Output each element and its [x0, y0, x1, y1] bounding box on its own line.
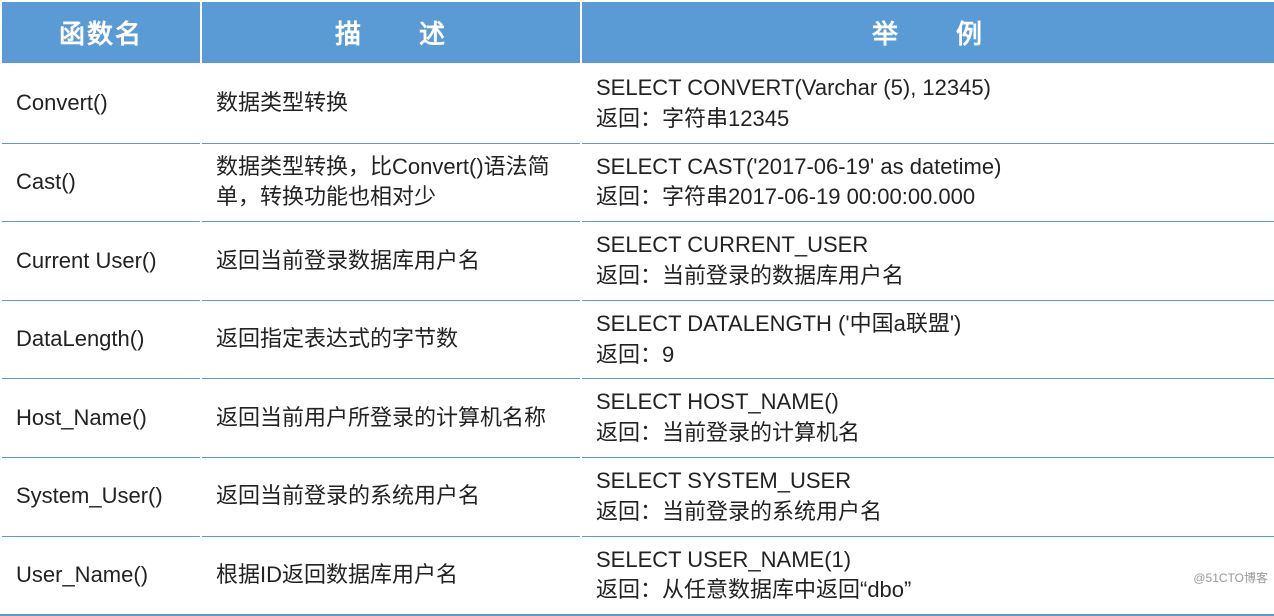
fn-name: Current User() — [1, 222, 201, 301]
table-row: Current User() 返回当前登录数据库用户名 SELECT CURRE… — [1, 222, 1274, 301]
header-name: 函数名 — [1, 1, 201, 64]
example-line1: SELECT CONVERT(Varchar (5), 12345) — [596, 73, 1260, 104]
example-line2: 返回：9 — [596, 340, 1260, 371]
example-line1: SELECT CAST('2017-06-19' as datetime) — [596, 152, 1260, 183]
fn-example: SELECT USER_NAME(1) 返回：从任意数据库中返回“dbo” — [581, 536, 1274, 615]
table-header-row: 函数名 描 述 举 例 — [1, 1, 1274, 64]
fn-name: Convert() — [1, 64, 201, 143]
sql-functions-table: 函数名 描 述 举 例 Convert() 数据类型转换 SELECT CONV… — [0, 0, 1274, 616]
fn-example: SELECT HOST_NAME() 返回：当前登录的计算机名 — [581, 379, 1274, 458]
example-line2: 返回：当前登录的系统用户名 — [596, 497, 1260, 528]
table-row: Cast() 数据类型转换，比Convert()语法简单，转换功能也相对少 SE… — [1, 143, 1274, 222]
fn-desc: 返回当前登录的系统用户名 — [201, 457, 581, 536]
table-row: Convert() 数据类型转换 SELECT CONVERT(Varchar … — [1, 64, 1274, 143]
table-row: System_User() 返回当前登录的系统用户名 SELECT SYSTEM… — [1, 457, 1274, 536]
fn-desc: 数据类型转换 — [201, 64, 581, 143]
fn-name: Cast() — [1, 143, 201, 222]
table-row: Host_Name() 返回当前用户所登录的计算机名称 SELECT HOST_… — [1, 379, 1274, 458]
fn-example: SELECT SYSTEM_USER 返回：当前登录的系统用户名 — [581, 457, 1274, 536]
header-example: 举 例 — [581, 1, 1274, 64]
example-line1: SELECT USER_NAME(1) — [596, 545, 1260, 576]
example-line1: SELECT SYSTEM_USER — [596, 466, 1260, 497]
fn-name: Host_Name() — [1, 379, 201, 458]
example-line2: 返回：当前登录的计算机名 — [596, 418, 1260, 449]
fn-name: System_User() — [1, 457, 201, 536]
example-line1: SELECT HOST_NAME() — [596, 387, 1260, 418]
example-line2: 返回：字符串12345 — [596, 104, 1260, 135]
fn-example: SELECT CURRENT_USER 返回：当前登录的数据库用户名 — [581, 222, 1274, 301]
fn-example: SELECT DATALENGTH ('中国a联盟') 返回：9 — [581, 300, 1274, 379]
table-row: User_Name() 根据ID返回数据库用户名 SELECT USER_NAM… — [1, 536, 1274, 615]
fn-desc: 返回指定表达式的字节数 — [201, 300, 581, 379]
example-line1: SELECT DATALENGTH ('中国a联盟') — [596, 309, 1260, 340]
fn-desc: 返回当前登录数据库用户名 — [201, 222, 581, 301]
fn-desc: 返回当前用户所登录的计算机名称 — [201, 379, 581, 458]
fn-example: SELECT CONVERT(Varchar (5), 12345) 返回：字符… — [581, 64, 1274, 143]
example-line1: SELECT CURRENT_USER — [596, 230, 1260, 261]
watermark-text: @51CTO博客 — [1193, 569, 1268, 586]
header-desc: 描 述 — [201, 1, 581, 64]
fn-name: DataLength() — [1, 300, 201, 379]
example-line2: 返回：字符串2017-06-19 00:00:00.000 — [596, 182, 1260, 213]
fn-name: User_Name() — [1, 536, 201, 615]
fn-desc: 数据类型转换，比Convert()语法简单，转换功能也相对少 — [201, 143, 581, 222]
example-line2: 返回：从任意数据库中返回“dbo” — [596, 575, 1260, 606]
fn-example: SELECT CAST('2017-06-19' as datetime) 返回… — [581, 143, 1274, 222]
table-row: DataLength() 返回指定表达式的字节数 SELECT DATALENG… — [1, 300, 1274, 379]
fn-desc: 根据ID返回数据库用户名 — [201, 536, 581, 615]
example-line2: 返回：当前登录的数据库用户名 — [596, 261, 1260, 292]
